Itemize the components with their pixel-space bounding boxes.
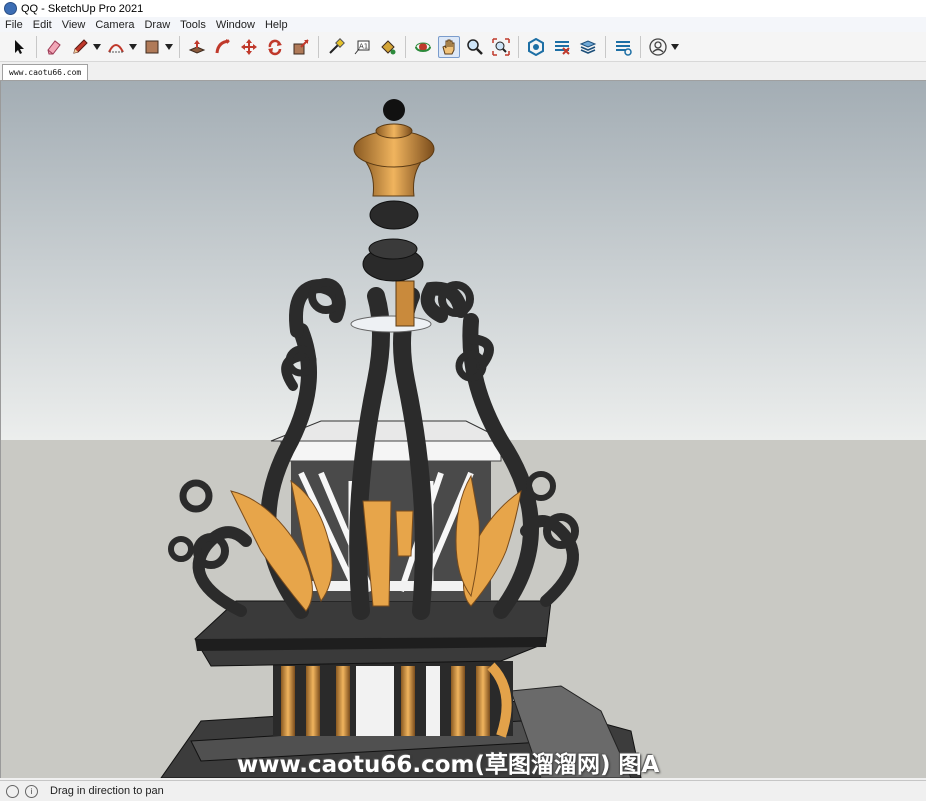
orbit-tool-button[interactable] — [412, 36, 434, 58]
follow-me-tool-button[interactable] — [212, 36, 234, 58]
tape-measure-tool-button[interactable] — [325, 36, 347, 58]
toolbar-separator — [179, 35, 180, 58]
rectangle-icon — [145, 40, 159, 53]
scene-tabs: www.caotu66.com — [0, 62, 926, 81]
menu-view[interactable]: View — [57, 19, 91, 31]
scale-tool-button[interactable] — [290, 36, 312, 58]
status-bar: i Drag in direction to pan — [0, 780, 926, 801]
user-avatar-icon — [649, 37, 667, 56]
toolbar-separator — [405, 35, 406, 58]
eraser-icon — [47, 39, 61, 54]
follow-me-icon — [215, 38, 230, 53]
extension-manager-icon — [616, 40, 632, 56]
layout-tool-button[interactable] — [577, 36, 599, 58]
scale-icon — [293, 38, 309, 54]
model-scene — [1, 81, 926, 778]
push-pull-icon — [188, 39, 206, 54]
eraser-tool-button[interactable] — [43, 36, 65, 58]
tape-measure-icon — [329, 37, 345, 54]
text-tool-button[interactable]: A1 — [351, 36, 373, 58]
arrow-cursor-icon — [15, 39, 24, 54]
dropdown-arrow-icon — [129, 43, 137, 50]
menu-file[interactable]: File — [0, 19, 28, 31]
arc-tool-dropdown[interactable] — [129, 36, 137, 58]
move-arrows-icon — [241, 38, 257, 55]
pan-tool-button[interactable] — [438, 35, 460, 58]
dropdown-arrow-icon — [671, 43, 679, 50]
toolbar-separator — [518, 35, 519, 58]
zoom-extents-tool-button[interactable] — [490, 36, 512, 58]
sketchup-app-icon — [4, 2, 17, 15]
status-text: Drag in direction to pan — [50, 785, 164, 797]
svg-text:A1: A1 — [359, 42, 368, 50]
window-title: QQ - SketchUp Pro 2021 — [21, 2, 144, 15]
geo-location-icon[interactable] — [6, 784, 19, 798]
menu-tools[interactable]: Tools — [175, 19, 211, 31]
pencil-icon — [73, 38, 88, 54]
zoom-extents-icon — [492, 37, 510, 56]
shape-tool-dropdown[interactable] — [165, 36, 173, 58]
toolbar-separator — [36, 35, 37, 58]
toolbar-separator — [605, 35, 606, 58]
extension-warehouse-icon — [555, 40, 570, 55]
menu-help[interactable]: Help — [260, 19, 293, 31]
dropdown-arrow-icon — [93, 43, 101, 50]
extension-warehouse-tool-button[interactable] — [551, 36, 573, 58]
paint-bucket-tool-button[interactable] — [377, 36, 399, 58]
move-tool-button[interactable] — [238, 36, 260, 58]
menu-camera[interactable]: Camera — [90, 19, 139, 31]
3d-warehouse-icon — [528, 37, 544, 56]
shape-tool-button[interactable] — [141, 36, 163, 58]
sky — [1, 81, 926, 440]
arc-tool-button[interactable] — [105, 36, 127, 58]
menu-window[interactable]: Window — [211, 19, 260, 31]
column-slats — [273, 661, 513, 738]
main-toolbar: A1 — [0, 32, 926, 62]
magnifier-icon — [467, 38, 483, 55]
push-pull-tool-button[interactable] — [186, 36, 208, 58]
scene-tab[interactable]: www.caotu66.com — [2, 64, 89, 80]
rotate-icon — [268, 39, 282, 55]
orbit-icon — [415, 42, 431, 52]
line-tool-button[interactable] — [69, 36, 91, 58]
info-icon[interactable]: i — [25, 784, 38, 798]
account-dropdown[interactable] — [671, 36, 679, 58]
extension-manager-tool-button[interactable] — [612, 36, 634, 58]
menu-bar: File Edit View Camera Draw Tools Window … — [0, 17, 926, 32]
rotate-tool-button[interactable] — [264, 36, 286, 58]
line-tool-dropdown[interactable] — [93, 36, 101, 58]
dropdown-arrow-icon — [165, 43, 173, 50]
warehouse-tool-button[interactable] — [525, 36, 547, 58]
layers-stack-icon — [579, 39, 597, 54]
account-tool-button[interactable] — [647, 36, 669, 58]
menu-edit[interactable]: Edit — [28, 19, 57, 31]
select-tool-button[interactable] — [8, 36, 30, 58]
toolbar-separator — [318, 35, 319, 58]
arc-icon — [108, 43, 124, 52]
pan-hand-icon — [442, 39, 455, 54]
toolbar-separator — [640, 35, 641, 58]
model-viewport[interactable]: www.caotu66.com(草图溜溜网) 图A — [0, 81, 926, 778]
title-bar: QQ - SketchUp Pro 2021 — [0, 0, 926, 18]
text-label-icon: A1 — [354, 40, 370, 54]
paint-bucket-icon — [381, 39, 396, 54]
zoom-tool-button[interactable] — [464, 36, 486, 58]
menu-draw[interactable]: Draw — [139, 19, 175, 31]
watermark-text: www.caotu66.com(草图溜溜网) 图A — [237, 752, 660, 778]
